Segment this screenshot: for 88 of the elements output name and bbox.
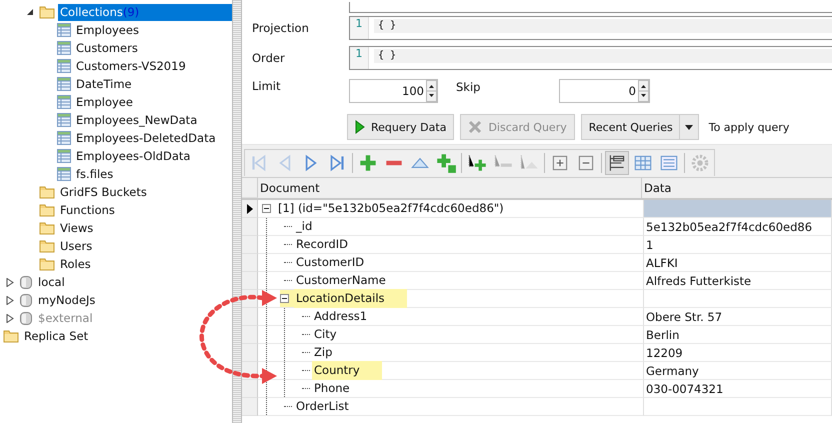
line-number: 1 <box>350 47 369 69</box>
tree-item[interactable]: Employees <box>74 22 141 38</box>
folder-icon <box>39 185 55 199</box>
toolbar-button[interactable]: Recent Queries <box>580 114 681 140</box>
tree-item[interactable]: Customers <box>74 40 140 56</box>
table-cell: 5e132b05ea2f7f4cdc60ed86 <box>644 218 832 236</box>
field-name: Zip <box>313 344 334 361</box>
plus-two-icon[interactable] <box>435 152 457 174</box>
field-name: LocationDetails <box>294 289 407 308</box>
table-icon <box>57 41 71 55</box>
table-icon <box>57 113 71 127</box>
tree-item[interactable]: fs.files <box>74 166 116 182</box>
code-editor[interactable] <box>349 2 832 13</box>
spin-arrows-icon[interactable] <box>638 80 649 102</box>
play-icon <box>355 120 365 134</box>
tree-item[interactable]: local <box>36 274 67 290</box>
field-name: OrderList <box>295 398 350 415</box>
table-icon <box>57 167 71 181</box>
field-name: Country <box>312 361 382 380</box>
table-cell: Germany <box>644 362 832 380</box>
table-cell: Alfreds Futterkiste <box>644 272 832 290</box>
database-icon <box>19 274 33 290</box>
limit-spinbox[interactable]: 100 <box>349 79 438 103</box>
tree-item[interactable]: GridFS Buckets <box>58 184 149 200</box>
caret-icon <box>684 124 693 130</box>
collapsed-triangle-icon[interactable] <box>6 296 14 304</box>
tree-item[interactable]: Customers-VS2019 <box>74 58 188 74</box>
collapse-box-icon[interactable] <box>262 204 271 213</box>
folder-icon <box>39 5 55 19</box>
skip-spinbox[interactable]: 0 <box>559 79 650 103</box>
table-cell: Obere Str. 57 <box>644 308 832 326</box>
folder-icon <box>39 257 55 271</box>
tree-item[interactable]: myNodeJs <box>36 292 98 308</box>
field-name: CustomerID <box>295 254 366 271</box>
collapsed-triangle-icon[interactable] <box>6 278 14 286</box>
field-name: [1] (id="5e132b05ea2f7f4cdc60ed86") <box>277 200 505 217</box>
column-header[interactable]: Data <box>642 178 832 198</box>
database-icon <box>19 292 33 308</box>
field-label: Order <box>252 51 286 65</box>
table-icon <box>57 95 71 109</box>
tree-item[interactable]: Roles <box>58 256 93 272</box>
tree-item[interactable]: Replica Set <box>22 328 90 344</box>
tree-item[interactable]: Functions <box>58 202 117 218</box>
expanded-triangle-icon[interactable] <box>26 8 34 16</box>
tree-item[interactable]: Collections(9) <box>58 4 232 20</box>
table-cell: ALFKI <box>644 254 832 272</box>
table-icon <box>57 23 71 37</box>
tree-view-icon[interactable] <box>606 152 628 174</box>
database-icon <box>19 310 33 326</box>
spin-arrows-icon[interactable] <box>426 80 437 102</box>
tree-item[interactable]: Employees_NewData <box>74 112 200 128</box>
folder-icon <box>39 221 55 235</box>
folder-icon <box>39 203 55 217</box>
row-header[interactable] <box>242 200 258 218</box>
hint-text: To apply query <box>708 120 790 134</box>
table-cell: 030-0074321 <box>644 380 832 398</box>
tree-item[interactable]: DateTime <box>74 76 134 92</box>
toolbar-button[interactable]: Requery Data <box>347 114 454 140</box>
table-icon <box>57 59 71 73</box>
folder-icon <box>3 329 19 343</box>
tree-item[interactable]: Views <box>58 220 96 236</box>
field-name: City <box>313 326 338 343</box>
column-header[interactable]: Document <box>258 178 642 198</box>
field-name: _id <box>294 218 314 235</box>
folder-icon <box>39 239 55 253</box>
tree-item[interactable]: Users <box>58 238 94 254</box>
table-cell: Berlin <box>644 326 832 344</box>
code-editor[interactable]: 1 { } <box>349 16 832 40</box>
field-name: RecordID <box>295 236 349 253</box>
tree-item[interactable]: Employee <box>74 94 135 110</box>
collapse-box-icon[interactable] <box>280 294 289 303</box>
field-label: Projection <box>252 21 310 35</box>
dropdown-button[interactable] <box>678 114 699 140</box>
field-name: Phone <box>313 380 351 397</box>
table-icon <box>57 149 71 163</box>
tree-item[interactable]: Employees-OldData <box>74 148 192 164</box>
table-cell: 12209 <box>644 344 832 362</box>
cross-icon <box>468 120 482 134</box>
table-icon <box>57 77 71 91</box>
field-name: CustomerName <box>295 272 387 289</box>
table-cell: 1 <box>644 236 832 254</box>
field-label: Limit <box>252 79 282 93</box>
tree-item[interactable]: Employees-DeletedData <box>74 130 218 146</box>
table-icon <box>57 131 71 145</box>
field-label: Skip <box>456 79 482 95</box>
field-name: Address1 <box>313 308 368 325</box>
line-number: 1 <box>350 17 369 39</box>
code-editor[interactable]: 1 { } <box>349 46 832 70</box>
